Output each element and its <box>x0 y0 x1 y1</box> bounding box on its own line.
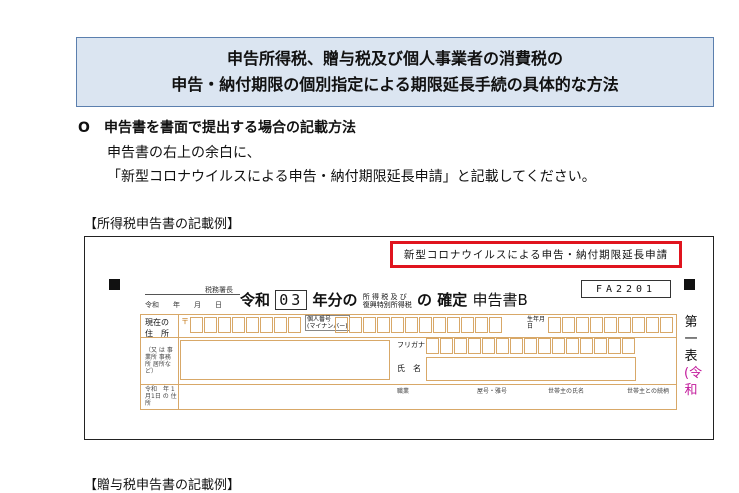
document-title-box: 申告所得税、贈与税及び個人事業者の消費税の 申告・納付期限の個別指定による期限延… <box>76 37 714 107</box>
side-label: 第 一 表 (令 和 <box>684 314 703 399</box>
no-char: の <box>417 291 433 309</box>
reiwa-label: 令和 <box>240 291 271 309</box>
name-label: 氏 名 <box>397 364 421 373</box>
side-char-2: 一 <box>684 332 698 347</box>
example-label-next: 【贈与税申告書の記載例】 <box>84 478 241 493</box>
tax-type-top: 所 得 税 及 び <box>362 292 407 301</box>
side-char-3: 表 <box>684 349 698 364</box>
address-field <box>180 340 390 380</box>
occupation-label: 職業 <box>397 388 410 395</box>
postal-mark: 〒 <box>181 317 189 326</box>
side-char-1: 第 <box>684 315 698 330</box>
shop-name-label: 屋号・雅号 <box>477 388 508 395</box>
my-number-cells <box>335 317 503 333</box>
title-line-1: 申告所得税、贈与税及び個人事業者の消費税の <box>226 49 563 68</box>
tax-type-stack: 所 得 税 及 び 復興特別所得税 <box>363 293 412 309</box>
form-code-box: FA2201 <box>581 280 671 298</box>
form-title: 令和 03 年分の 所 得 税 及 び 復興特別所得税 の 確定 申告書B <box>240 289 528 310</box>
address-label-1: 現在の <box>145 318 169 327</box>
example-label: 【所得税申告書の記載例】 <box>84 217 241 232</box>
corner-mark-left <box>109 279 120 290</box>
postal-cells <box>190 317 302 333</box>
year-suffix: 年分の <box>312 291 358 309</box>
birth-label: 生年月日 <box>527 316 546 330</box>
jan1-address-label: 令和 年 1月1日 の 住 所 <box>145 386 177 407</box>
section-heading: O 申告書を書面で提出する場合の記載方法 <box>78 117 356 137</box>
kakutei-label: 確定 <box>437 291 468 309</box>
side-char-5: 和 <box>684 383 698 398</box>
or-label: （又 は 事業所 事務所 居所など） <box>145 347 173 375</box>
tax-type-bottom: 復興特別所得税 <box>362 300 412 309</box>
bullet-mark: O <box>78 120 90 136</box>
furigana-label: フリガナ <box>397 341 425 349</box>
corner-mark-right <box>684 279 695 290</box>
return-name: 申告書B <box>472 291 528 309</box>
year-box: 03 <box>275 290 308 310</box>
date-line: 令和 年 月 日 <box>145 301 222 309</box>
col-divider-1 <box>178 314 179 410</box>
relation-label: 世帯主との続柄 <box>627 388 669 395</box>
tax-office-underline <box>145 294 240 295</box>
body-line-1: 申告書の右上の余白に、 <box>107 145 261 161</box>
side-char-4: (令 <box>684 366 703 381</box>
furigana-cells <box>426 338 636 354</box>
row-divider-2 <box>140 384 677 385</box>
name-field <box>426 357 636 381</box>
birth-cells <box>548 317 674 333</box>
section-heading-text: 申告書を書面で提出する場合の記載方法 <box>104 120 356 136</box>
head-name-label: 世帯主の氏名 <box>548 388 585 395</box>
red-annotation-box: 新型コロナウイルスによる申告・納付期限延長申請 <box>390 241 682 268</box>
address-label: 現在の 住 所 <box>145 317 169 339</box>
title-line-2: 申告・納付期限の個別指定による期限延長手続の具体的な方法 <box>171 75 619 94</box>
body-line-2: 「新型コロナウイルスによる申告・納付期限延長申請」と記載してください。 <box>107 169 596 185</box>
